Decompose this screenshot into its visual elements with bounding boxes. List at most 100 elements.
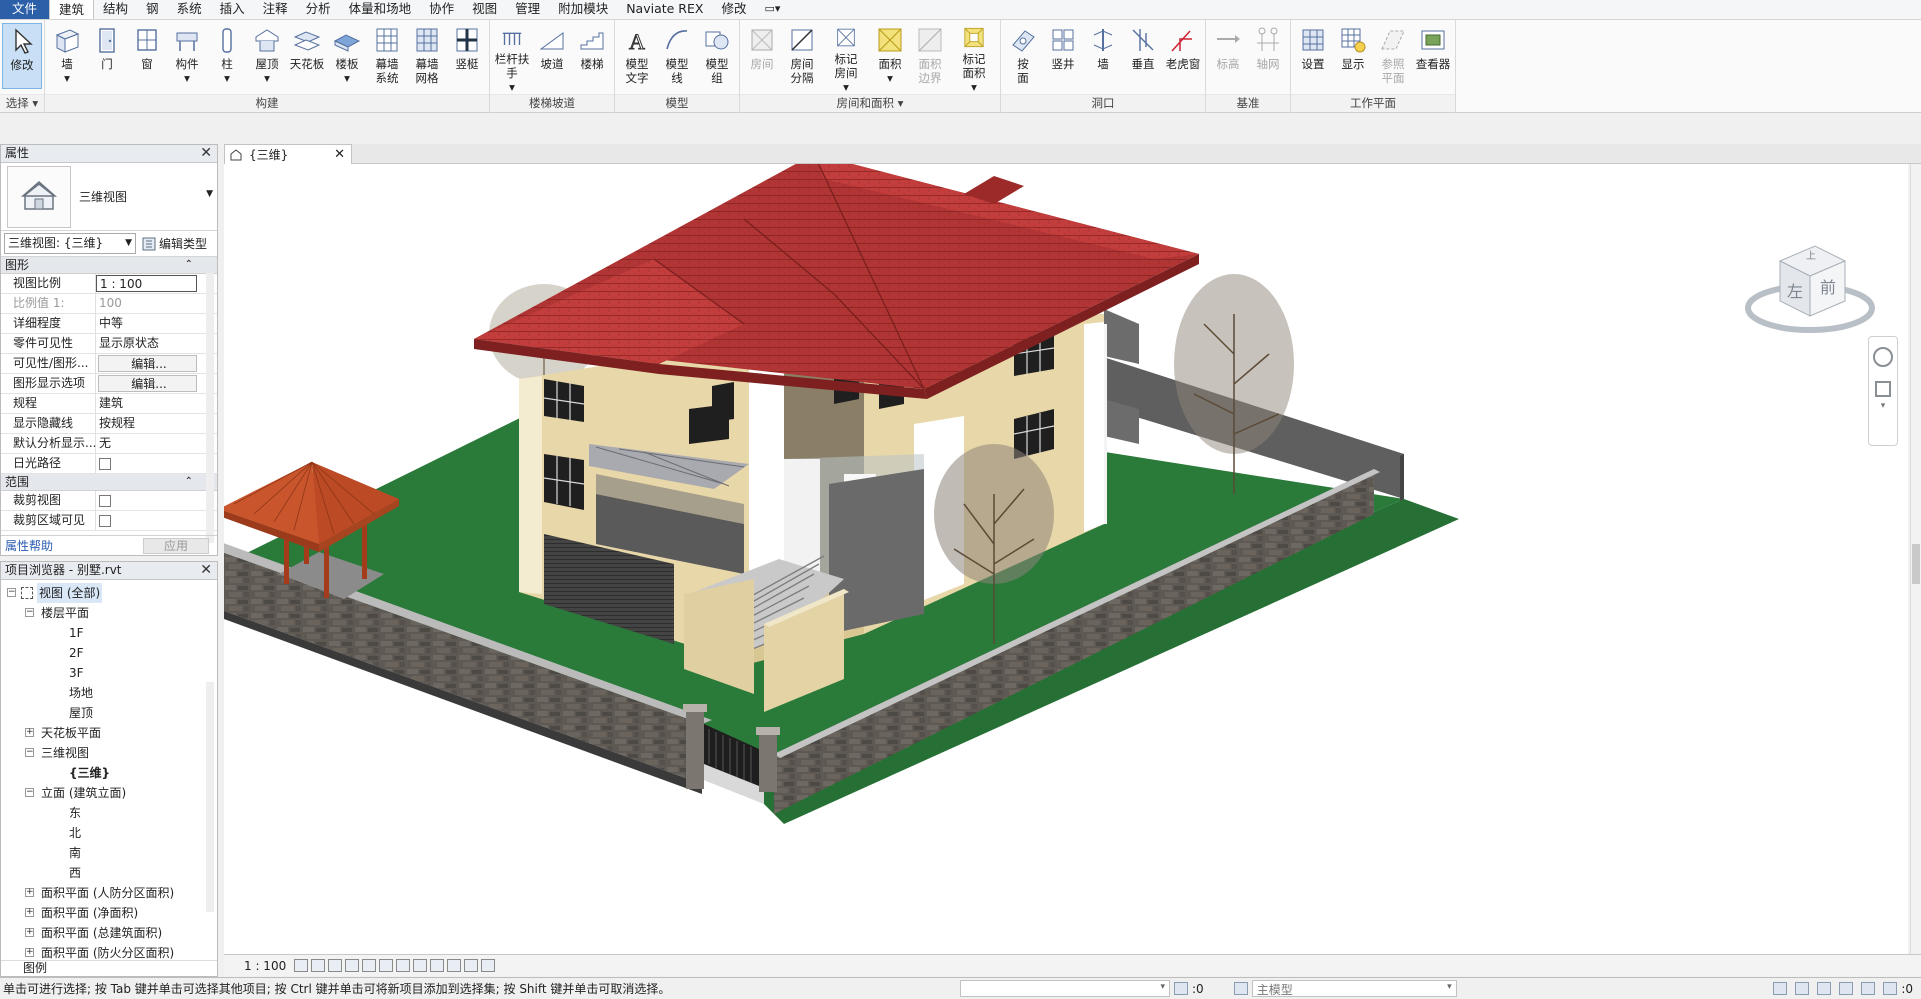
ribbon-button-railing[interactable]: 栏杆扶手 ▾ [492, 23, 532, 94]
chevron-down-icon[interactable]: ▾ [1869, 401, 1897, 411]
collapse-icon[interactable]: − [25, 608, 34, 617]
temporary-hide-icon[interactable] [430, 959, 444, 972]
ribbon-button-mullion[interactable]: 竖梃 [447, 23, 487, 94]
expand-icon[interactable]: + [25, 728, 34, 737]
edit-button[interactable]: 编辑... [98, 375, 197, 392]
visual-style-icon[interactable] [311, 959, 325, 972]
view-scale[interactable]: 1 : 100 [224, 959, 294, 973]
expand-icon[interactable]: + [25, 888, 34, 897]
ribbon-button-by-face[interactable]: 按 面 [1003, 23, 1043, 94]
tree-node[interactable]: + 面积平面 (净面积) [1, 903, 217, 923]
ribbon-button-curtain-grid[interactable]: 幕墙 网格 [407, 23, 447, 94]
tree-node[interactable]: 3F [1, 663, 217, 683]
menu-tab-14[interactable]: 修改 [712, 0, 755, 19]
detail-level-icon[interactable] [294, 959, 308, 972]
tree-node[interactable]: − 视图 (全部) [1, 583, 217, 603]
menu-tab-0[interactable]: 文件 [0, 0, 50, 19]
viewcube-top-face[interactable]: 上 [1806, 247, 1816, 262]
select-links-icon[interactable] [1773, 982, 1788, 995]
ribbon-button-door[interactable]: 门 [87, 23, 127, 94]
render-icon[interactable] [362, 959, 376, 972]
3d-viewport[interactable] [224, 164, 1908, 954]
ribbon-button-window[interactable]: 窗 [127, 23, 167, 94]
ribbon-button-area-boundary[interactable]: 面积 边界 [910, 23, 950, 94]
house-model-render[interactable] [224, 164, 1908, 954]
tree-node[interactable]: − 三维视图 [1, 743, 217, 763]
tree-node[interactable]: − 楼层平面 [1, 603, 217, 623]
select-by-face-icon[interactable] [1839, 982, 1854, 995]
ribbon-button-area[interactable]: 面积 ▾ [870, 23, 910, 94]
expand-icon[interactable]: + [25, 948, 34, 957]
collapse-icon[interactable]: ⌃ [185, 474, 193, 490]
ribbon-group-title[interactable]: 选择 ▾ [0, 94, 44, 112]
category-graphics[interactable]: 图形 ⌃ [1, 257, 217, 274]
design-options-icon[interactable] [1233, 982, 1248, 995]
menu-tab-7[interactable]: 分析 [297, 0, 340, 19]
checkbox[interactable] [99, 514, 111, 527]
checkbox[interactable] [99, 457, 111, 470]
close-icon[interactable]: ✕ [200, 145, 212, 162]
menu-tab-10[interactable]: 视图 [463, 0, 506, 19]
close-icon[interactable]: ✕ [334, 147, 345, 162]
menu-tab-13[interactable]: Naviate REX [617, 0, 712, 19]
zoom-icon[interactable] [1875, 381, 1891, 397]
steering-wheel-icon[interactable] [1873, 347, 1893, 367]
collapse-icon[interactable]: ⌃ [185, 257, 193, 273]
menu-tab-5[interactable]: 插入 [211, 0, 254, 19]
tree-node[interactable]: + 面积平面 (总建筑面积) [1, 923, 217, 943]
type-selector[interactable]: 三维视图 ▼ [1, 163, 217, 231]
model-dropdown[interactable]: 主模型 ▾ [1251, 980, 1457, 997]
ribbon-button-model-text[interactable]: A 模型 文字 [617, 23, 657, 94]
ribbon-button-vertical[interactable]: 垂直 [1123, 23, 1163, 94]
ribbon-button-ramp[interactable]: 坡道 [532, 23, 572, 94]
expand-icon[interactable]: + [25, 908, 34, 917]
ribbon-button-shaft[interactable]: 竖井 [1043, 23, 1083, 94]
tree-node[interactable]: 2F [1, 643, 217, 663]
reveal-hidden-icon[interactable] [447, 959, 461, 972]
tree-node[interactable]: 1F [1, 623, 217, 643]
workset-dropdown[interactable]: ▾ [960, 980, 1170, 997]
viewcube-left-face[interactable]: 左 [1787, 278, 1803, 302]
ribbon-button-set[interactable]: 设置 [1293, 23, 1333, 94]
ribbon-button-room[interactable]: 房间 [742, 23, 782, 94]
category-extents[interactable]: 范围 ⌃ [1, 474, 217, 491]
tree-node[interactable]: 北 [1, 823, 217, 843]
sun-path-icon[interactable] [328, 959, 342, 972]
tree-node[interactable]: 西 [1, 863, 217, 883]
tree-node[interactable]: 东 [1, 803, 217, 823]
ribbon-button-model-group[interactable]: 模型 组 [697, 23, 737, 94]
collapse-icon[interactable]: − [25, 748, 34, 757]
lock-icon[interactable] [413, 959, 427, 972]
ribbon-button-room-separator[interactable]: 房间 分隔 [782, 23, 822, 94]
ribbon-button-floor[interactable]: 楼板 ▾ [327, 23, 367, 94]
view-tab-3d[interactable]: {三维} ✕ [224, 144, 352, 164]
ribbon-button-ref-plane[interactable]: 参照 平面 [1373, 23, 1413, 94]
tree-node[interactable]: 南 [1, 843, 217, 863]
viewcube[interactable]: 左 前 上 [1740, 226, 1880, 336]
ribbon-button-wall[interactable]: 墙 ▾ [47, 23, 87, 94]
menu-tab-3[interactable]: 钢 [137, 0, 168, 19]
collapse-icon[interactable]: − [25, 788, 34, 797]
legend-node[interactable]: 图例 [1, 960, 217, 976]
shadows-icon[interactable] [345, 959, 359, 972]
instance-dropdown[interactable]: 三维视图: {三维} ▼ [4, 233, 136, 254]
apply-button[interactable]: 应用 [143, 537, 209, 554]
collapse-icon[interactable]: − [7, 588, 16, 597]
ribbon-group-title[interactable]: 房间和面积 ▾ [740, 94, 1000, 112]
editable-only-icon[interactable] [1174, 982, 1188, 995]
ribbon-button-cursor[interactable]: 修改 [2, 23, 42, 89]
select-underlay-icon[interactable] [1795, 982, 1810, 995]
ribbon-button-roof[interactable]: 屋顶 ▾ [247, 23, 287, 94]
drag-elements-icon[interactable] [1861, 982, 1876, 995]
chevron-down-icon[interactable]: ▼ [206, 189, 213, 199]
tree-node[interactable]: {三维} [1, 763, 217, 783]
ribbon-button-level[interactable]: 标高 [1208, 23, 1248, 94]
menu-tab-4[interactable]: 系统 [168, 0, 211, 19]
ribbon-button-ceiling[interactable]: 天花板 [287, 23, 327, 94]
filter-icon[interactable] [1883, 982, 1898, 995]
ribbon-button-curtain-system[interactable]: 幕墙 系统 [367, 23, 407, 94]
ribbon-button-column[interactable]: 柱 ▾ [207, 23, 247, 94]
viewcube-front-face[interactable]: 前 [1820, 274, 1836, 298]
properties-scrollbar[interactable] [206, 273, 214, 543]
menu-tab-12[interactable]: 附加模块 [549, 0, 617, 19]
